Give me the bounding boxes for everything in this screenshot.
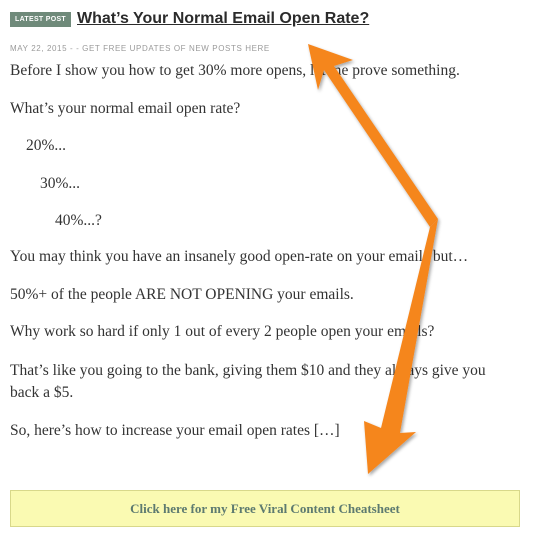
post-list-item-30: 30%... (40, 175, 81, 192)
post-paragraph-bank-analogy: That’s like you going to the bank, givin… (10, 362, 486, 401)
post-paragraph-open-rate: You may think you have an insanely good … (10, 248, 469, 265)
post-paragraph-work-hard: Why work so hard if only 1 out of every … (10, 323, 435, 340)
post-list-item-20: 20%... (26, 137, 67, 154)
post-title-link[interactable]: What’s Your Normal Email Open Rate? (77, 10, 369, 28)
post-paragraph-not-opening: 50%+ of the people ARE NOT OPENING your … (10, 286, 354, 303)
latest-post-badge: LATEST POST (10, 11, 72, 27)
post-paragraph-excerpt-end: So, here’s how to increase your email op… (10, 422, 340, 439)
post-paragraph-question: What’s your normal email open rate? (10, 100, 241, 117)
post-paragraph-intro: Before I show you how to get 30% more op… (10, 62, 460, 79)
cheatsheet-cta-button[interactable]: Click here for my Free Viral Content Che… (10, 490, 520, 527)
post-header: LATEST POST What’s Your Normal Email Ope… (10, 10, 369, 28)
post-meta: MAY 22, 2015 - - GET FREE UPDATES OF NEW… (10, 44, 270, 53)
post-list-item-40: 40%...? (55, 212, 102, 229)
